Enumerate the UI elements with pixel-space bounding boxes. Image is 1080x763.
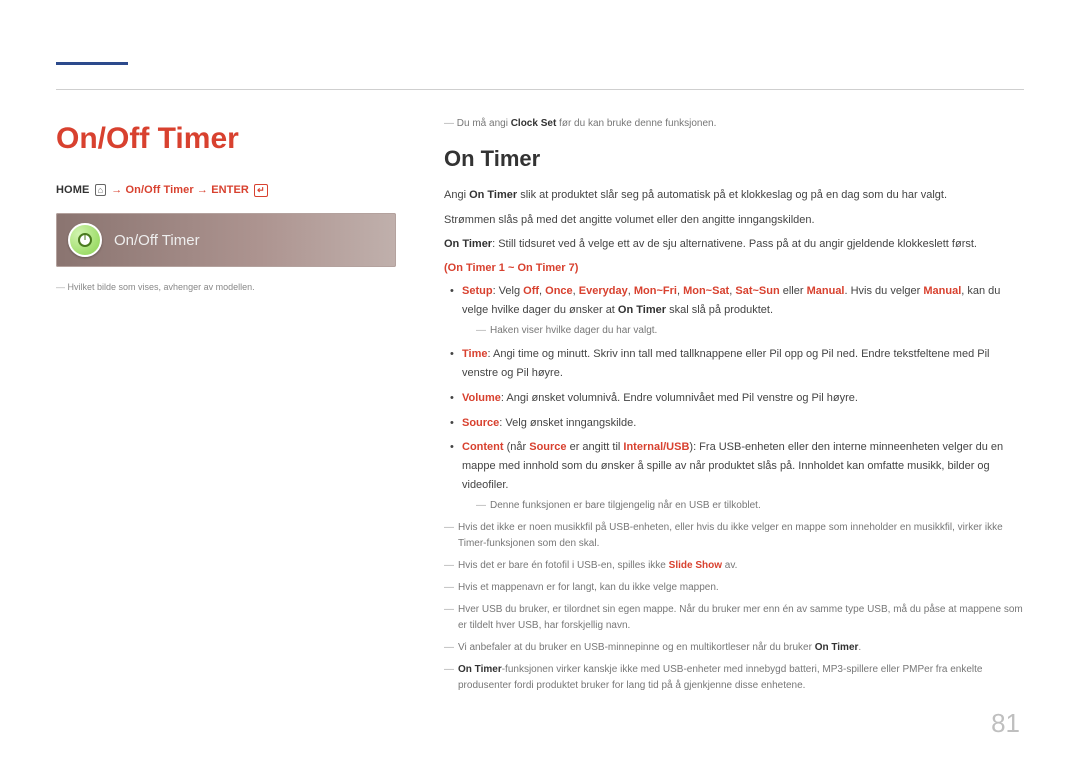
menu-tile-label: On/Off Timer [114, 232, 200, 249]
list-item: Content (når Source er angitt til Intern… [448, 438, 1024, 514]
list-item: Source: Velg ønsket inngangskilde. [448, 414, 1024, 433]
group-label: (On Timer 1 ~ On Timer 7) [444, 262, 1024, 274]
page-title: On/Off Timer [56, 122, 396, 156]
tail-note: Hver USB du bruker, er tilordnet sin ege… [444, 602, 1024, 634]
left-footnote: Hvilket bilde som vises, avhenger av mod… [56, 281, 396, 295]
breadcrumb-enter: ENTER [211, 184, 249, 196]
header-rule [56, 89, 1024, 90]
breadcrumb-arrow: → [197, 184, 211, 196]
header-accent [56, 62, 128, 65]
document-page: On/Off Timer HOME ⌂ → On/Off Timer → ENT… [0, 0, 1080, 740]
top-note: Du må angi Clock Set før du kan bruke de… [444, 116, 1024, 132]
intro-line: On Timer: Still tidsuret ved å velge ett… [444, 235, 1024, 254]
tail-note: On Timer-funksjonen virker kanskje ikke … [444, 662, 1024, 694]
section-heading: On Timer [444, 146, 1024, 172]
intro-block: Angi On Timer slik at produktet slår seg… [444, 186, 1024, 254]
tail-note: Hvis et mappenavn er for langt, kan du i… [444, 580, 1024, 596]
list-item: Volume: Angi ønsket volumnivå. Endre vol… [448, 389, 1024, 408]
left-column: On/Off Timer HOME ⌂ → On/Off Timer → ENT… [56, 116, 396, 700]
home-icon: ⌂ [95, 184, 107, 196]
intro-line: Strømmen slås på med det angitte volumet… [444, 211, 1024, 230]
breadcrumb-home: HOME [56, 184, 89, 196]
bullet-list: Setup: Velg Off, Once, Everyday, Mon~Fri… [444, 282, 1024, 514]
enter-icon: ↵ [254, 184, 268, 197]
list-item: Setup: Velg Off, Once, Everyday, Mon~Fri… [448, 282, 1024, 339]
list-item: Time: Angi time og minutt. Skriv inn tal… [448, 345, 1024, 382]
sub-note: Haken viser hvilke dager du har valgt. [462, 323, 1024, 339]
right-column: Du må angi Clock Set før du kan bruke de… [444, 116, 1024, 700]
breadcrumb-path: On/Off Timer [126, 184, 194, 196]
header-bar [56, 34, 1024, 59]
tail-note: Hvis det ikke er noen musikkfil på USB-e… [444, 520, 1024, 552]
menu-preview-tile: On/Off Timer [56, 213, 396, 267]
timer-icon [68, 223, 102, 257]
page-number: 81 [991, 708, 1020, 739]
tail-note: Vi anbefaler at du bruker en USB-minnepi… [444, 640, 1024, 656]
tail-note: Hvis det er bare én fotofil i USB-en, sp… [444, 558, 1024, 574]
intro-line: Angi On Timer slik at produktet slår seg… [444, 186, 1024, 205]
sub-note: Denne funksjonen er bare tilgjengelig nå… [462, 498, 1024, 514]
breadcrumb: HOME ⌂ → On/Off Timer → ENTER ↵ [56, 184, 396, 197]
breadcrumb-arrow: → [111, 184, 125, 196]
